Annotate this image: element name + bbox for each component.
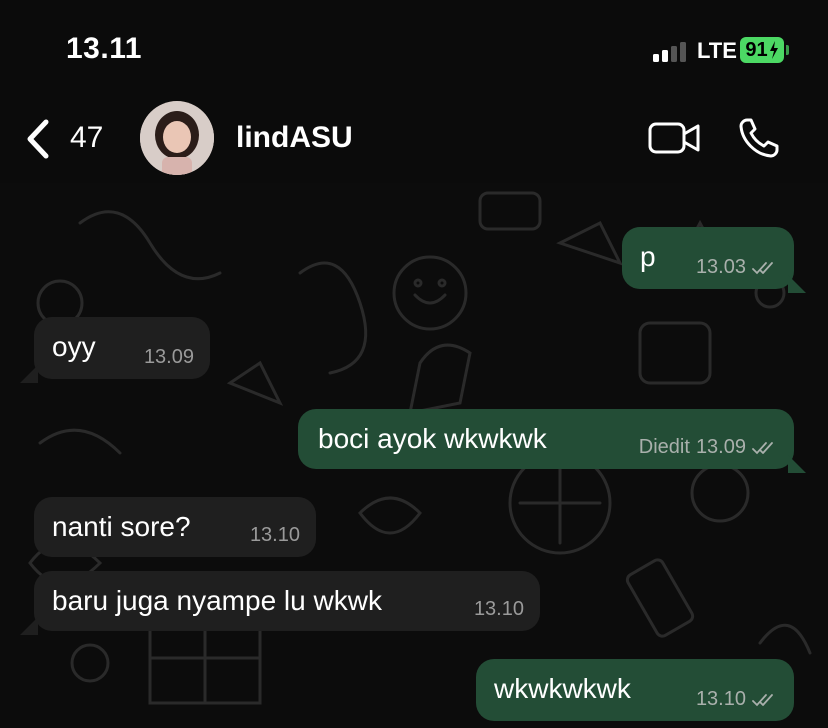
message-bubble-outgoing[interactable]: p 13.03 (622, 227, 794, 289)
chat-area[interactable]: p 13.03 oyy 13.09 boci ayok wkwkwk Diedi… (0, 183, 828, 728)
double-check-icon (752, 441, 773, 454)
signal-strength-icon (653, 40, 689, 62)
battery-level: 91 (745, 38, 768, 61)
message-time: 13.03 (695, 256, 746, 278)
message-text: boci ayok wkwkwk (318, 423, 547, 454)
back-button[interactable] (24, 119, 54, 159)
message-time: 13.10 (249, 524, 300, 546)
edited-label: Diedit (638, 436, 690, 458)
message-meta: 13.10 (474, 598, 524, 621)
message-text: oyy (52, 331, 96, 362)
message-time: 13.10 (473, 598, 524, 620)
message-meta: 13.10 (696, 688, 778, 711)
avatar-photo (140, 101, 214, 175)
double-check-icon (752, 261, 773, 274)
message-time: 13.09 (143, 346, 194, 368)
battery-indicator: 91 (740, 37, 784, 63)
message-meta: 13.09 (144, 346, 194, 369)
message-meta: 13.03 (696, 256, 778, 279)
message-bubble-outgoing[interactable]: wkwkwkwk 13.10 (476, 659, 794, 721)
message-text: nanti sore? (52, 511, 191, 542)
message-bubble-incoming[interactable]: oyy 13.09 (34, 317, 210, 379)
avatar[interactable] (140, 101, 214, 175)
chevron-left-icon (27, 119, 49, 159)
message-meta: Diedit 13.09 (639, 436, 778, 459)
message-text: wkwkwkwk (494, 673, 631, 704)
video-call-button[interactable] (648, 121, 700, 155)
network-type: LTE (697, 38, 737, 63)
video-camera-icon (648, 122, 700, 154)
message-time: 13.09 (695, 436, 746, 458)
message-bubble-incoming[interactable]: nanti sore? 13.10 (34, 497, 316, 557)
voice-call-button[interactable] (738, 117, 780, 159)
contact-name[interactable]: lindASU (236, 121, 353, 155)
message-bubble-outgoing[interactable]: boci ayok wkwkwk Diedit 13.09 (298, 409, 794, 469)
unread-count[interactable]: 47 (70, 121, 103, 155)
status-bar: 13.11 LTE 91 (0, 0, 828, 95)
double-check-icon (752, 693, 773, 706)
charging-bolt-icon (769, 41, 778, 59)
battery-cap (786, 45, 789, 55)
chat-header: 47 lindASU (0, 95, 828, 183)
phone-icon (739, 118, 779, 158)
message-time: 13.10 (695, 688, 746, 710)
message-bubble-incoming[interactable]: baru juga nyampe lu wkwk 13.10 (34, 571, 540, 631)
message-meta: 13.10 (250, 524, 300, 547)
clock: 13.11 (66, 32, 142, 65)
message-text: baru juga nyampe lu wkwk (52, 585, 382, 616)
message-text: p (640, 241, 656, 272)
